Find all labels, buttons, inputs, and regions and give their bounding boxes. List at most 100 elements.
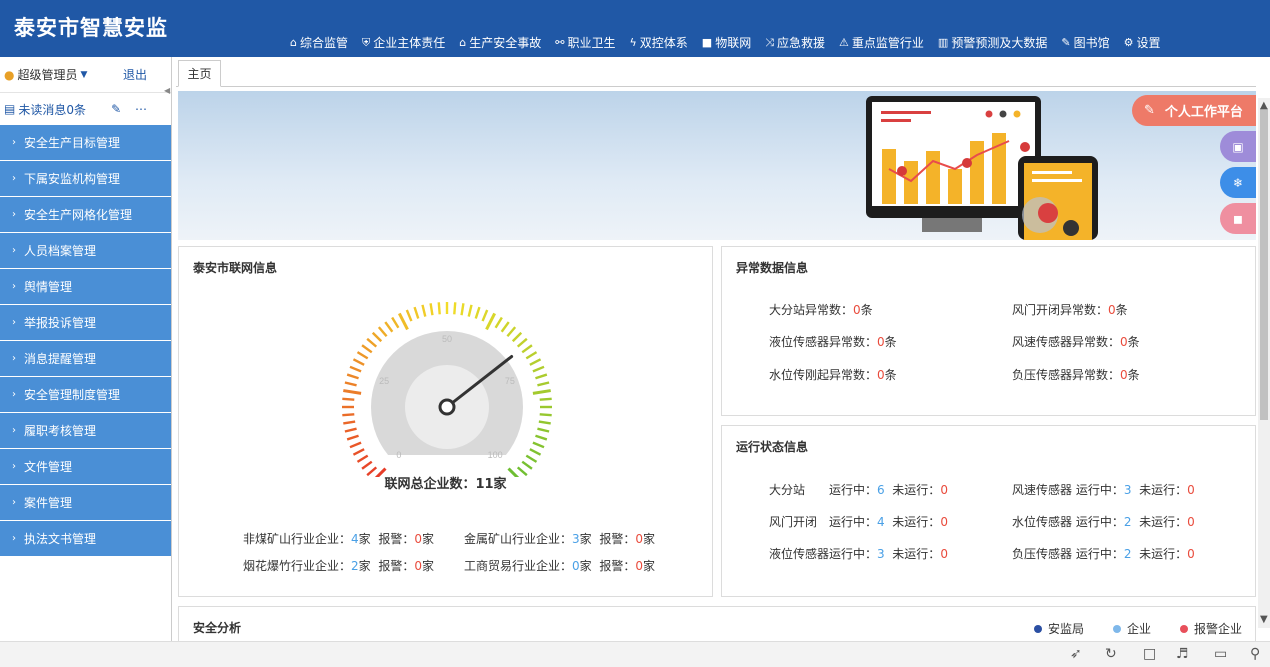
- item-value: 0: [853, 303, 861, 317]
- sidebar: ● 超级管理员 ▼ 退出 ▤ 未读消息0条 ✎ ⋯ › 安全生产目标管理 › 下属安…: [0, 57, 172, 641]
- gauge-tick: [352, 448, 365, 456]
- scrollbar-thumb[interactable]: [1260, 108, 1268, 420]
- snowflake-button[interactable]: ❄: [1220, 167, 1256, 198]
- item-unit: 条: [1127, 368, 1140, 382]
- alarm-button[interactable]: ◼: [1220, 203, 1256, 234]
- sidebar-item-safety-goal[interactable]: › 安全生产目标管理: [0, 125, 171, 161]
- nav-item-library[interactable]: ✎ 图书馆: [1061, 34, 1109, 51]
- stopped-label: 未运行：: [892, 515, 941, 529]
- nav-item-occupational-health[interactable]: ⚯ 职业卫生: [555, 34, 615, 51]
- stopped-label: 未运行：: [1139, 547, 1188, 561]
- gauge-tick-label: 100: [488, 450, 503, 460]
- username-dropdown[interactable]: 超级管理员: [17, 66, 77, 83]
- nav-label: 设置: [1136, 36, 1161, 50]
- sidebar-item-reminders[interactable]: › 消息提醒管理: [0, 341, 171, 377]
- sidebar-item-files[interactable]: › 文件管理: [0, 449, 171, 485]
- legend-dot: [1113, 624, 1121, 633]
- menu-label: 人员档案管理: [24, 244, 97, 258]
- sidebar-item-complaints[interactable]: › 举报投诉管理: [0, 305, 171, 341]
- sidebar-item-assessment[interactable]: › 履职考核管理: [0, 413, 171, 449]
- pin-icon[interactable]: ➶: [1070, 646, 1082, 662]
- monitor-button[interactable]: ▣: [1220, 131, 1256, 162]
- alarm-count: 0: [635, 532, 643, 546]
- alarm-label: 报警：: [599, 532, 636, 546]
- banner-illustration: [866, 96, 1098, 240]
- alarm-bell-icon: ◼: [1233, 211, 1243, 226]
- edit-icon[interactable]: ✎: [111, 102, 121, 116]
- caret-down-icon[interactable]: ▼: [81, 70, 88, 80]
- alarm-unit: 家: [642, 532, 655, 546]
- more-icon[interactable]: ⋯: [135, 102, 147, 116]
- sidebar-item-law-docs[interactable]: › 执法文书管理: [0, 521, 171, 557]
- sidebar-item-cases[interactable]: › 案件管理: [0, 485, 171, 521]
- tab-home[interactable]: 主页: [178, 60, 221, 87]
- gauge-tick: [349, 441, 362, 449]
- sidebar-collapse-icon[interactable]: ◀: [164, 86, 172, 96]
- nav-item-emergency[interactable]: ⤨ 应急救援: [765, 34, 825, 51]
- nav-label: 重点监管行业: [851, 36, 924, 50]
- workbench-button[interactable]: ✎ 个人工作平台: [1132, 95, 1256, 126]
- sidebar-item-grid[interactable]: › 安全生产网格化管理: [0, 197, 171, 233]
- search-icon[interactable]: ⚲: [1250, 646, 1260, 662]
- camera-icon: ■: [701, 36, 713, 49]
- banner-image: [178, 91, 1256, 240]
- nav-item-settings[interactable]: ⚙ 设置: [1124, 34, 1161, 51]
- row-count: 3: [572, 532, 580, 546]
- nav-item-dual-control[interactable]: ϟ 双控体系: [630, 34, 688, 51]
- gauge-tick: [356, 351, 369, 360]
- row-label: 非煤矿山行业企业：: [243, 532, 352, 546]
- nav-label: 企业主体责任: [373, 36, 446, 50]
- row-count: 4: [351, 532, 359, 546]
- bolt-icon: ϟ: [629, 36, 637, 49]
- gauge-tick: [500, 321, 510, 333]
- home-icon: ⌂: [290, 36, 297, 49]
- row-label: 金属矿山行业企业：: [464, 532, 573, 546]
- gauge-tick: [366, 337, 378, 348]
- gauge-tick: [349, 365, 362, 373]
- item-label: 大分站异常数：: [769, 303, 854, 317]
- device-name: 负压传感器: [1012, 547, 1073, 561]
- running-count: 6: [877, 483, 885, 497]
- gauge-tick: [413, 306, 420, 319]
- device-name: 风门开闭: [769, 515, 818, 529]
- window-icon[interactable]: ▭: [1214, 646, 1227, 662]
- gauge-tick: [516, 337, 528, 348]
- item-unit: 条: [860, 303, 873, 317]
- speaker-icon[interactable]: ♬: [1176, 646, 1189, 662]
- legend-item-enterprise[interactable]: 企业: [1113, 620, 1151, 637]
- nav-item-accident[interactable]: ⌂ 生产安全事故: [459, 34, 541, 51]
- nav-item-comprehensive[interactable]: ⌂ 综合监管: [290, 34, 348, 51]
- scroll-up-icon[interactable]: ▲: [1260, 100, 1268, 111]
- workbench-label: 个人工作平台: [1164, 105, 1243, 120]
- item-value: 0: [1108, 303, 1116, 317]
- running-count: 3: [1123, 483, 1132, 497]
- refresh-icon[interactable]: ↻: [1105, 646, 1117, 662]
- scroll-down-icon[interactable]: ▼: [1260, 614, 1268, 625]
- nav-item-key-industry[interactable]: ⚠ 重点监管行业: [839, 34, 924, 51]
- gear-icon: ⚙: [1123, 36, 1134, 49]
- unread-messages[interactable]: ▤ 未读消息0条 ✎ ⋯: [0, 93, 171, 125]
- sidebar-item-public-opinion[interactable]: › 舆情管理: [0, 269, 171, 305]
- nav-item-iot[interactable]: ■ 物联网: [702, 34, 751, 51]
- legend-item-bureau[interactable]: 安监局: [1034, 620, 1084, 637]
- device-name: 大分站: [769, 483, 806, 497]
- logout-link[interactable]: 退出: [123, 66, 147, 83]
- status-item: 负压传感器 运行中：2 未运行：0: [1012, 545, 1195, 562]
- row-count: 2: [351, 559, 359, 573]
- sidebar-item-rules[interactable]: › 安全管理制度管理: [0, 377, 171, 413]
- main-nav: ⌂ 综合监管 ⛨ 企业主体责任 ⌂ 生产安全事故 ⚯ 职业卫生 ϟ 双控体系 ■ 物联网 ⤨…: [290, 34, 1174, 51]
- industry-row-metal: 金属矿山行业企业：3家 报警：0家: [464, 530, 655, 547]
- row-unit: 家: [579, 559, 592, 573]
- trash-icon[interactable]: □: [1143, 646, 1156, 662]
- legend-label: 企业: [1127, 622, 1152, 636]
- vertical-scrollbar[interactable]: [1258, 98, 1270, 628]
- gauge-tick: [343, 420, 356, 425]
- gauge-tick: [346, 434, 359, 441]
- legend-item-alarm-enterprise[interactable]: 报警企业: [1180, 620, 1242, 637]
- sidebar-item-sub-agency[interactable]: › 下属安监机构管理: [0, 161, 171, 197]
- nav-item-bigdata[interactable]: ▥ 预警预测及大数据: [938, 34, 1047, 51]
- network-info-panel: 泰安市联网信息 0 25 50 75 100 联网总企业数：11家 非煤矿山行业企业：4…: [178, 246, 713, 597]
- sidebar-item-personnel[interactable]: › 人员档案管理: [0, 233, 171, 269]
- gauge-tick: [474, 306, 481, 319]
- nav-item-enterprise[interactable]: ⛨ 企业主体责任: [362, 34, 445, 51]
